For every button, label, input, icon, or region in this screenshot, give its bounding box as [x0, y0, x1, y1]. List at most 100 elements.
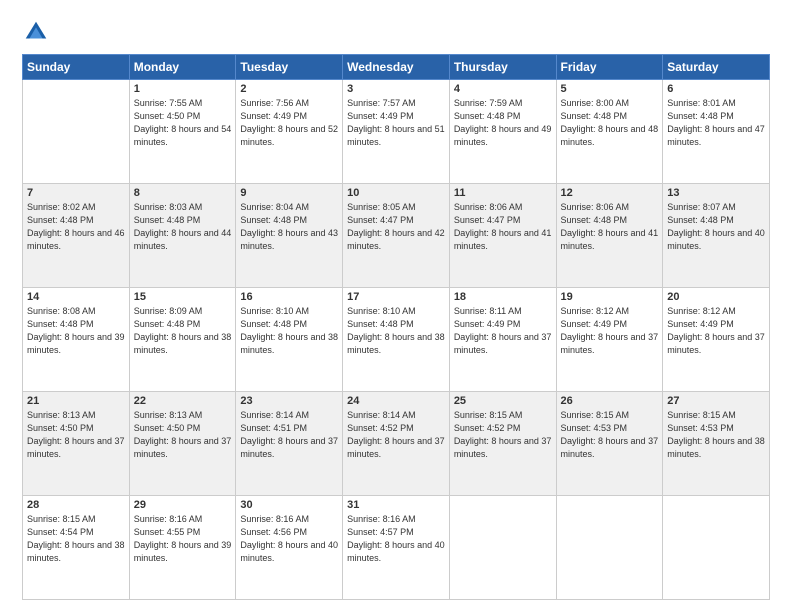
day-number: 9 [240, 187, 338, 199]
day-number: 1 [134, 83, 232, 95]
calendar-cell: 15 Sunrise: 8:09 AMSunset: 4:48 PMDayligh… [129, 288, 236, 392]
day-info: Sunrise: 7:55 AMSunset: 4:50 PMDaylight:… [134, 97, 232, 149]
weekday-header: Monday [129, 55, 236, 80]
calendar-cell: 31Sunrise: 8:16 AMSunset: 4:57 PMDayligh… [343, 496, 450, 600]
day-number: 7 [27, 187, 125, 199]
day-number: 10 [347, 187, 445, 199]
logo-icon [22, 18, 50, 46]
calendar-cell: 8Sunrise: 8:03 AMSunset: 4:48 PMDaylight… [129, 184, 236, 288]
day-info: Sunrise: 8:10 AMSunset: 4:48 PMDaylight:… [347, 305, 445, 357]
page: SundayMondayTuesdayWednesdayThursdayFrid… [0, 0, 792, 612]
day-info: Sunrise: 8:09 AMSunset: 4:48 PMDaylight:… [134, 305, 232, 357]
calendar-week-row: 7Sunrise: 8:02 AMSunset: 4:48 PMDaylight… [23, 184, 770, 288]
day-info: Sunrise: 8:12 AMSunset: 4:49 PMDaylight:… [561, 305, 659, 357]
weekday-header: Friday [556, 55, 663, 80]
day-info: Sunrise: 8:01 AMSunset: 4:48 PMDaylight:… [667, 97, 765, 149]
calendar-cell [663, 496, 770, 600]
day-number: 30 [240, 499, 338, 511]
calendar-cell: 12 Sunrise: 8:06 AMSunset: 4:48 PMDayligh… [556, 184, 663, 288]
day-number: 23 [240, 395, 338, 407]
day-number: 3 [347, 83, 445, 95]
day-number: 16 [240, 291, 338, 303]
day-info: Sunrise: 8:11 AMSunset: 4:49 PMDaylight:… [454, 305, 552, 357]
calendar-cell: 6 Sunrise: 8:01 AMSunset: 4:48 PMDaylight… [663, 80, 770, 184]
calendar-cell: 25 Sunrise: 8:15 AMSunset: 4:52 PMDayligh… [449, 392, 556, 496]
calendar-cell: 21 Sunrise: 8:13 AMSunset: 4:50 PMDayligh… [23, 392, 130, 496]
day-number: 26 [561, 395, 659, 407]
calendar-cell: 27Sunrise: 8:15 AMSunset: 4:53 PMDayligh… [663, 392, 770, 496]
day-number: 17 [347, 291, 445, 303]
day-number: 2 [240, 83, 338, 95]
calendar-cell: 3 Sunrise: 7:57 AMSunset: 4:49 PMDaylight… [343, 80, 450, 184]
day-info: Sunrise: 8:13 AMSunset: 4:50 PMDaylight:… [27, 409, 125, 461]
day-info: Sunrise: 8:08 AMSunset: 4:48 PMDaylight:… [27, 305, 125, 357]
day-info: Sunrise: 8:00 AMSunset: 4:48 PMDaylight:… [561, 97, 659, 149]
calendar-cell [23, 80, 130, 184]
weekday-header: Tuesday [236, 55, 343, 80]
day-number: 14 [27, 291, 125, 303]
day-info: Sunrise: 8:14 AMSunset: 4:51 PMDaylight:… [240, 409, 338, 461]
day-info: Sunrise: 8:15 AMSunset: 4:53 PMDaylight:… [561, 409, 659, 461]
calendar-cell [449, 496, 556, 600]
header [22, 18, 770, 46]
weekday-header: Wednesday [343, 55, 450, 80]
day-info: Sunrise: 8:12 AMSunset: 4:49 PMDaylight:… [667, 305, 765, 357]
calendar-cell: 4 Sunrise: 7:59 AMSunset: 4:48 PMDaylight… [449, 80, 556, 184]
calendar-cell: 13Sunrise: 8:07 AMSunset: 4:48 PMDayligh… [663, 184, 770, 288]
logo [22, 18, 54, 46]
day-info: Sunrise: 8:16 AMSunset: 4:55 PMDaylight:… [134, 513, 232, 565]
calendar-week-row: 1 Sunrise: 7:55 AMSunset: 4:50 PMDaylight… [23, 80, 770, 184]
day-info: Sunrise: 8:10 AMSunset: 4:48 PMDaylight:… [240, 305, 338, 357]
calendar-cell: 24 Sunrise: 8:14 AMSunset: 4:52 PMDayligh… [343, 392, 450, 496]
calendar-cell: 18 Sunrise: 8:11 AMSunset: 4:49 PMDayligh… [449, 288, 556, 392]
day-number: 15 [134, 291, 232, 303]
day-number: 18 [454, 291, 552, 303]
day-info: Sunrise: 8:15 AMSunset: 4:52 PMDaylight:… [454, 409, 552, 461]
weekday-header: Sunday [23, 55, 130, 80]
calendar-cell: 9 Sunrise: 8:04 AMSunset: 4:48 PMDaylight… [236, 184, 343, 288]
calendar-week-row: 28Sunrise: 8:15 AMSunset: 4:54 PMDayligh… [23, 496, 770, 600]
calendar-cell: 16 Sunrise: 8:10 AMSunset: 4:48 PMDayligh… [236, 288, 343, 392]
calendar-cell: 30 Sunrise: 8:16 AMSunset: 4:56 PMDayligh… [236, 496, 343, 600]
day-number: 12 [561, 187, 659, 199]
day-info: Sunrise: 8:06 AMSunset: 4:47 PMDaylight:… [454, 201, 552, 253]
day-number: 4 [454, 83, 552, 95]
calendar-week-row: 14 Sunrise: 8:08 AMSunset: 4:48 PMDayligh… [23, 288, 770, 392]
calendar-cell: 14 Sunrise: 8:08 AMSunset: 4:48 PMDayligh… [23, 288, 130, 392]
day-number: 28 [27, 499, 125, 511]
day-info: Sunrise: 8:06 AMSunset: 4:48 PMDaylight:… [561, 201, 659, 253]
day-number: 13 [667, 187, 765, 199]
day-info: Sunrise: 8:14 AMSunset: 4:52 PMDaylight:… [347, 409, 445, 461]
calendar-cell: 29Sunrise: 8:16 AMSunset: 4:55 PMDayligh… [129, 496, 236, 600]
day-number: 25 [454, 395, 552, 407]
day-info: Sunrise: 8:16 AMSunset: 4:56 PMDaylight:… [240, 513, 338, 565]
day-info: Sunrise: 7:56 AMSunset: 4:49 PMDaylight:… [240, 97, 338, 149]
day-number: 19 [561, 291, 659, 303]
calendar-cell: 26 Sunrise: 8:15 AMSunset: 4:53 PMDayligh… [556, 392, 663, 496]
calendar-cell: 5 Sunrise: 8:00 AMSunset: 4:48 PMDaylight… [556, 80, 663, 184]
day-info: Sunrise: 8:04 AMSunset: 4:48 PMDaylight:… [240, 201, 338, 253]
calendar-week-row: 21 Sunrise: 8:13 AMSunset: 4:50 PMDayligh… [23, 392, 770, 496]
day-number: 31 [347, 499, 445, 511]
day-number: 24 [347, 395, 445, 407]
day-number: 6 [667, 83, 765, 95]
day-number: 20 [667, 291, 765, 303]
weekday-header: Thursday [449, 55, 556, 80]
calendar-cell: 1 Sunrise: 7:55 AMSunset: 4:50 PMDaylight… [129, 80, 236, 184]
calendar-cell: 7Sunrise: 8:02 AMSunset: 4:48 PMDaylight… [23, 184, 130, 288]
day-info: Sunrise: 7:59 AMSunset: 4:48 PMDaylight:… [454, 97, 552, 149]
day-number: 21 [27, 395, 125, 407]
calendar-cell [556, 496, 663, 600]
calendar-cell: 28Sunrise: 8:15 AMSunset: 4:54 PMDayligh… [23, 496, 130, 600]
calendar-cell: 17 Sunrise: 8:10 AMSunset: 4:48 PMDayligh… [343, 288, 450, 392]
day-info: Sunrise: 7:57 AMSunset: 4:49 PMDaylight:… [347, 97, 445, 149]
day-number: 5 [561, 83, 659, 95]
calendar-cell: 2 Sunrise: 7:56 AMSunset: 4:49 PMDaylight… [236, 80, 343, 184]
calendar-cell: 20 Sunrise: 8:12 AMSunset: 4:49 PMDayligh… [663, 288, 770, 392]
weekday-header-row: SundayMondayTuesdayWednesdayThursdayFrid… [23, 55, 770, 80]
calendar: SundayMondayTuesdayWednesdayThursdayFrid… [22, 54, 770, 600]
calendar-cell: 23 Sunrise: 8:14 AMSunset: 4:51 PMDayligh… [236, 392, 343, 496]
calendar-cell: 22Sunrise: 8:13 AMSunset: 4:50 PMDayligh… [129, 392, 236, 496]
day-number: 22 [134, 395, 232, 407]
calendar-cell: 19 Sunrise: 8:12 AMSunset: 4:49 PMDayligh… [556, 288, 663, 392]
